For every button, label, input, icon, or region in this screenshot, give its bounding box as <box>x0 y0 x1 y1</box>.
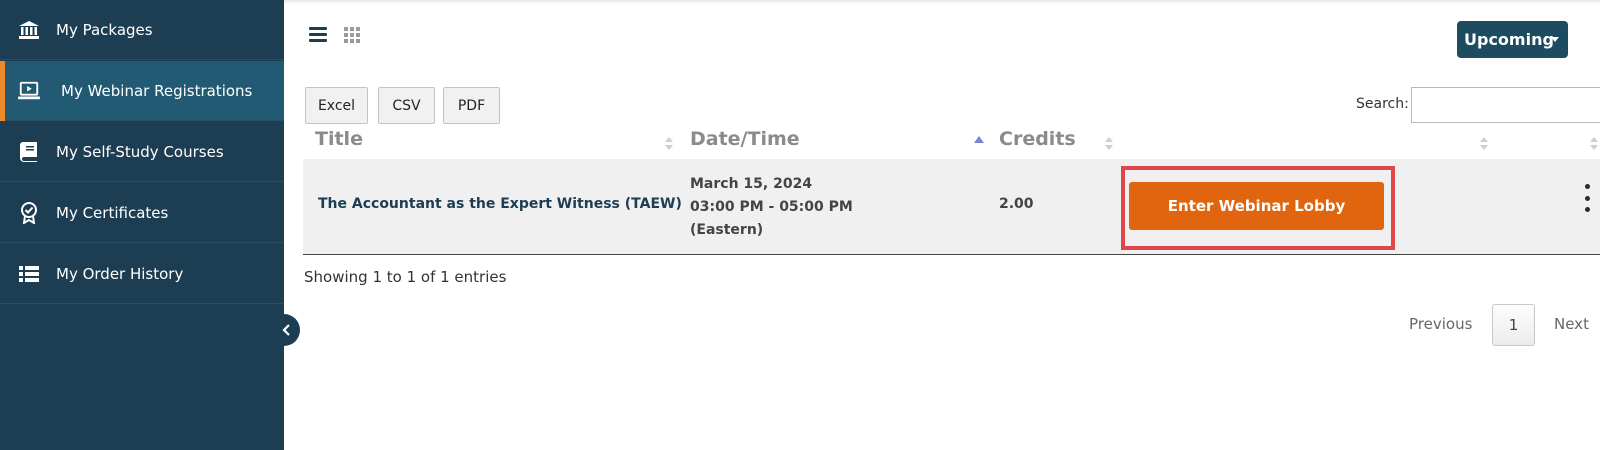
column-header-credits[interactable]: Credits <box>999 126 1076 156</box>
sidebar-item-my-order-history[interactable]: My Order History <box>0 244 284 304</box>
sidebar-item-my-self-study-courses[interactable]: My Self-Study Courses <box>0 122 284 182</box>
pdf-export-button[interactable]: PDF <box>443 87 500 124</box>
book-icon <box>18 142 40 162</box>
list-icon <box>18 264 40 284</box>
excel-export-button[interactable]: Excel <box>305 87 368 124</box>
chevron-left-icon <box>282 321 292 340</box>
sort-icon[interactable] <box>1105 137 1113 151</box>
award-icon <box>18 202 40 224</box>
sidebar-item-my-certificates[interactable]: My Certificates <box>0 183 284 243</box>
sort-icon[interactable] <box>1590 137 1598 151</box>
top-divider <box>284 0 1600 4</box>
search-input[interactable] <box>1411 87 1600 123</box>
more-options-icon[interactable] <box>1580 184 1594 212</box>
sidebar: My Packages My Webinar Registrations My … <box>0 0 284 450</box>
upcoming-filter-dropdown[interactable]: Upcoming <box>1457 21 1568 58</box>
app-root: My Packages My Webinar Registrations My … <box>0 0 1600 450</box>
timezone-text: (Eastern) <box>690 222 764 238</box>
pagination-next[interactable]: Next <box>1554 315 1589 333</box>
date-text: March 15, 2024 <box>690 176 813 192</box>
sidebar-collapse-button[interactable] <box>274 314 300 346</box>
webinar-title-cell[interactable]: The Accountant as the Expert Witness (TA… <box>318 196 682 212</box>
sidebar-item-label: My Order History <box>56 265 184 283</box>
grid-view-icon[interactable] <box>341 24 365 46</box>
sidebar-item-label: My Packages <box>56 21 153 39</box>
sort-ascending-icon[interactable] <box>974 136 984 143</box>
list-view-icon[interactable] <box>307 24 331 46</box>
sidebar-item-label: My Certificates <box>56 204 169 222</box>
enter-webinar-lobby-button[interactable]: Enter Webinar Lobby <box>1129 182 1384 230</box>
sidebar-item-my-webinar-registrations[interactable]: My Webinar Registrations <box>0 61 284 121</box>
sidebar-item-label: My Webinar Registrations <box>61 82 253 100</box>
column-header-date-time[interactable]: Date/Time <box>690 126 800 156</box>
pagination-page-1[interactable]: 1 <box>1492 304 1535 346</box>
caret-down-icon <box>1551 37 1559 42</box>
sidebar-item-label: My Self-Study Courses <box>56 143 224 161</box>
column-header-title[interactable]: Title <box>315 126 363 156</box>
entries-info: Showing 1 to 1 of 1 entries <box>304 268 507 286</box>
csv-export-button[interactable]: CSV <box>378 87 435 124</box>
sort-icon[interactable] <box>1480 137 1488 151</box>
date-time-cell: March 15, 2024 03:00 PM - 05:00 PM (East… <box>690 173 853 242</box>
time-text: 03:00 PM - 05:00 PM <box>690 199 853 215</box>
sort-icon[interactable] <box>665 137 673 151</box>
credits-cell: 2.00 <box>999 196 1034 212</box>
pagination-previous[interactable]: Previous <box>1409 315 1472 333</box>
search-label: Search: <box>1356 96 1409 112</box>
bank-icon <box>18 20 40 40</box>
sidebar-item-my-packages[interactable]: My Packages <box>0 0 284 60</box>
upcoming-filter-label: Upcoming <box>1464 30 1554 49</box>
laptop-play-icon <box>18 81 40 101</box>
